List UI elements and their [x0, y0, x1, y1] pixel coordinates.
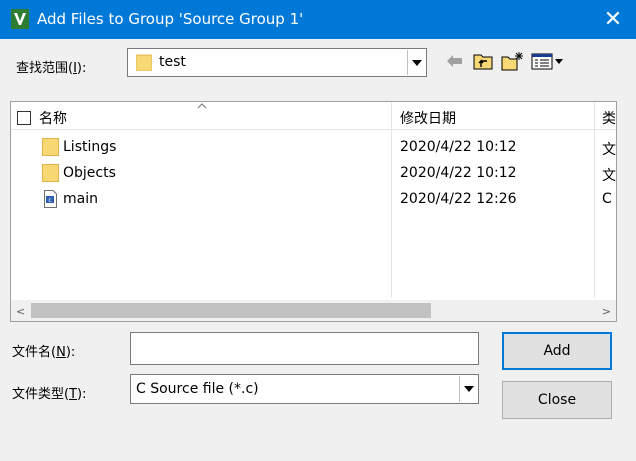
new-folder-button[interactable]: [500, 50, 524, 72]
file-name: main: [63, 191, 98, 207]
file-date: 2020/4/22 10:12: [400, 139, 517, 155]
sort-ascending-icon: [197, 103, 207, 109]
filetype-select[interactable]: C Source file (*.c): [130, 374, 479, 404]
file-name: Listings: [63, 139, 117, 155]
list-item[interactable]: Objects 2020/4/22 10:12 文件夹: [11, 160, 616, 186]
file-date: 2020/4/22 10:12: [400, 165, 517, 181]
column-header-name[interactable]: 名称: [39, 108, 67, 128]
column-header-date[interactable]: 修改日期: [400, 108, 456, 128]
view-menu-button[interactable]: [529, 50, 567, 72]
filetype-label: 文件类型(T):: [12, 387, 87, 402]
window-title: Add Files to Group 'Source Group 1': [37, 10, 304, 28]
lookin-label: 查找范围(I):: [16, 61, 87, 76]
column-header-type[interactable]: 类型: [602, 108, 616, 128]
lookin-dropdown-button[interactable]: [407, 50, 425, 75]
title-bar: Add Files to Group 'Source Group 1' ✕: [0, 0, 636, 39]
filetype-dropdown-button[interactable]: [459, 376, 477, 402]
close-icon[interactable]: ✕: [590, 0, 636, 39]
file-type: 文件夹: [602, 168, 616, 184]
lookin-combo[interactable]: test: [127, 48, 427, 77]
horizontal-scrollbar[interactable]: < >: [11, 300, 616, 321]
chevron-down-icon: [463, 386, 474, 392]
new-folder-icon: [501, 52, 523, 71]
select-all-checkbox[interactable]: [17, 111, 31, 125]
lookin-value: test: [159, 54, 186, 70]
file-date: 2020/4/22 12:26: [400, 191, 517, 207]
folder-icon: [42, 138, 59, 156]
scroll-right-icon[interactable]: >: [602, 305, 611, 318]
list-header: 名称 修改日期 类型: [11, 102, 616, 298]
file-type: C Source file: [602, 191, 616, 207]
scrollbar-thumb[interactable]: [31, 303, 431, 318]
c-file-icon: c: [44, 190, 57, 208]
folder-icon: [42, 164, 59, 182]
svg-text:c: c: [48, 197, 51, 204]
filename-label: 文件名(N):: [12, 345, 76, 360]
back-button[interactable]: [444, 50, 466, 72]
list-item[interactable]: Listings 2020/4/22 10:12 文件夹: [11, 134, 616, 160]
view-menu-icon: [531, 53, 563, 70]
chevron-down-icon: [411, 59, 422, 66]
add-button[interactable]: Add: [502, 332, 612, 370]
up-folder-button[interactable]: [471, 50, 495, 72]
back-arrow-icon: [447, 55, 462, 67]
file-list[interactable]: 名称 修改日期 类型 Listings 2020/4/22 10:12 文件夹 …: [10, 101, 617, 322]
filename-input[interactable]: [130, 332, 479, 365]
filetype-value: C Source file (*.c): [136, 381, 259, 397]
file-name: Objects: [63, 165, 116, 181]
scroll-left-icon[interactable]: <: [16, 305, 25, 318]
file-type: 文件夹: [602, 142, 616, 158]
up-folder-icon: [473, 54, 493, 70]
app-icon: [11, 9, 29, 29]
folder-icon: [136, 54, 152, 71]
close-button[interactable]: Close: [502, 381, 612, 419]
list-item[interactable]: c main 2020/4/22 12:26 C Source file: [11, 186, 616, 212]
